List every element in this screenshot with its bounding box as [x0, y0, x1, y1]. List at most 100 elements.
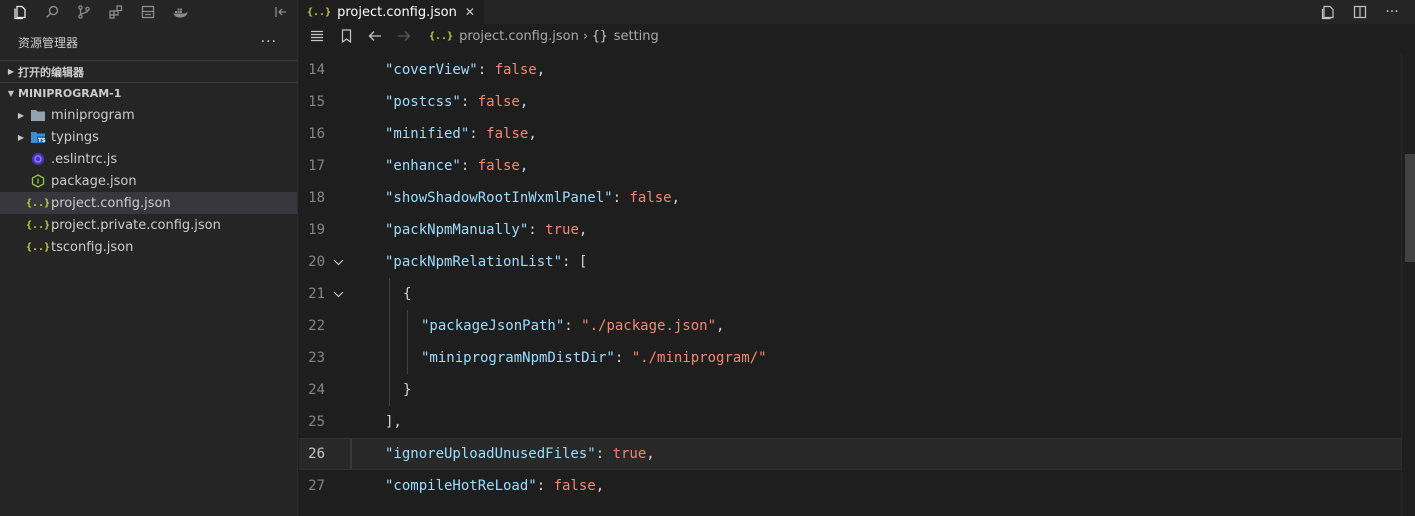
docker-icon[interactable] — [164, 0, 196, 24]
open-preview-icon[interactable] — [1319, 3, 1337, 21]
json-braces-icon: {..} — [25, 197, 51, 209]
json-value: true — [545, 222, 579, 238]
code-line[interactable]: 23 "miniprogramNpmDistDir": "./miniprogra… — [299, 342, 1401, 374]
punctuation: , — [536, 62, 546, 78]
breadcrumb-symbol[interactable]: setting — [614, 29, 659, 44]
json-key: "enhance" — [385, 158, 461, 174]
code-line[interactable]: 16 "minified": false, — [299, 118, 1401, 150]
tree-item-tsconfig[interactable]: {..} tsconfig.json — [0, 236, 297, 258]
explorer-sidebar: 资源管理器 ··· ▶ 打开的编辑器 ▼ MINIPROGRAM-1 ▶ min… — [0, 0, 298, 516]
more-actions-button[interactable]: ··· — [261, 34, 279, 50]
json-value: false — [486, 126, 529, 142]
fold-chevron-icon[interactable] — [332, 288, 344, 300]
line-number: 26 — [308, 446, 325, 462]
split-editor-icon[interactable] — [1351, 3, 1369, 21]
punctuation: , — [519, 158, 529, 174]
json-key: "packNpmRelationList" — [385, 254, 563, 270]
code-line[interactable]: 19 "packNpmManually": true, — [299, 214, 1401, 246]
search-icon[interactable] — [36, 0, 68, 24]
explorer-title: 资源管理器 — [18, 35, 79, 50]
go-forward-icon[interactable] — [392, 30, 416, 42]
vertical-scrollbar[interactable] — [1401, 54, 1415, 516]
punctuation: , — [595, 478, 605, 494]
collapse-panel-icon[interactable] — [265, 0, 297, 24]
line-number: 15 — [308, 94, 325, 110]
code-line[interactable]: 27 "compileHotReLoad": false, — [299, 470, 1401, 502]
tree-item-project-config[interactable]: {..} project.config.json — [0, 192, 297, 214]
section-workspace[interactable]: ▼ MINIPROGRAM-1 — [0, 82, 297, 104]
code-line-current[interactable]: 26 "ignoreUploadUnusedFiles": true, — [299, 438, 1401, 470]
punctuation: , — [716, 318, 725, 334]
section-label: 打开的编辑器 — [18, 65, 84, 79]
code-line[interactable]: 17 "enhance": false, — [299, 150, 1401, 182]
json-key: "packNpmManually" — [385, 222, 529, 238]
code-line[interactable]: 21 { — [299, 278, 1401, 310]
punctuation: } — [403, 382, 412, 398]
json-value: false — [477, 94, 520, 110]
fold-chevron-icon[interactable] — [332, 256, 344, 268]
punctuation: { — [403, 286, 412, 302]
punctuation: : — [595, 446, 613, 462]
chevron-right-icon: ▶ — [17, 132, 25, 142]
tree-item-miniprogram[interactable]: ▶ miniprogram — [0, 104, 297, 126]
code-editor[interactable]: 14 "coverView": false, 15 "postcss": false,… — [299, 54, 1415, 516]
code-line-partial[interactable] — [299, 502, 1401, 516]
code-line[interactable]: 25], — [299, 406, 1401, 438]
json-value: "./package.json" — [581, 318, 717, 334]
json-key: "ignoreUploadUnusedFiles" — [385, 446, 596, 462]
section-open-editors[interactable]: ▶ 打开的编辑器 — [0, 60, 297, 82]
json-key: "packageJsonPath" — [421, 318, 565, 334]
punctuation: : — [564, 318, 582, 334]
go-back-icon[interactable] — [363, 30, 387, 42]
expanded-caret-icon: ▼ — [7, 89, 15, 98]
code-text: "compileHotReLoad": false, — [385, 478, 604, 494]
typescript-folder-icon: TS — [28, 130, 48, 144]
extensions-icon[interactable] — [100, 0, 132, 24]
code-text: "enhance": false, — [385, 158, 528, 174]
line-number: 27 — [308, 478, 325, 494]
code-text: } — [403, 382, 411, 398]
explorer-files-icon[interactable] — [4, 0, 36, 24]
source-control-icon[interactable] — [68, 0, 100, 24]
json-braces-icon: {..} — [25, 219, 51, 231]
json-key: "compileHotReLoad" — [385, 478, 537, 494]
list-icon[interactable] — [305, 30, 329, 42]
code-text: "showShadowRootInWxmlPanel": false, — [385, 190, 680, 206]
breadcrumb: {..} project.config.json › {} setting — [299, 24, 1415, 48]
tree-item-eslintrc[interactable]: .eslintrc.js — [0, 148, 297, 170]
storage-icon[interactable] — [132, 0, 164, 24]
line-number: 20 — [308, 254, 325, 270]
punctuation: , — [528, 126, 537, 142]
json-key: "coverView" — [385, 62, 478, 78]
code-line[interactable]: 14 "coverView": false, — [299, 54, 1401, 86]
code-line[interactable]: 18 "showShadowRootInWxmlPanel": false, — [299, 182, 1401, 214]
tree-item-package-json[interactable]: package.json — [0, 170, 297, 192]
code-line[interactable]: 15 "postcss": false, — [299, 86, 1401, 118]
indent-guide — [389, 278, 390, 310]
tab-project-config[interactable]: {..} project.config.json ✕ — [299, 0, 485, 24]
tree-item-project-private-config[interactable]: {..} project.private.config.json — [0, 214, 297, 236]
json-braces-icon: {..} — [307, 6, 332, 18]
more-icon[interactable]: ··· — [1383, 3, 1401, 21]
json-value: false — [553, 478, 596, 494]
scrollbar-thumb[interactable] — [1405, 154, 1415, 262]
bookmark-icon[interactable] — [334, 29, 358, 43]
breadcrumb-file-label: project.config.json — [459, 28, 579, 44]
code-text: "packNpmManually": true, — [385, 222, 587, 238]
indent-guide — [407, 342, 408, 374]
json-braces-icon: {..} — [429, 30, 454, 42]
code-line[interactable]: 24} — [299, 374, 1401, 406]
folder-icon — [28, 108, 48, 122]
json-key: "miniprogramNpmDistDir" — [421, 350, 615, 366]
breadcrumb-file[interactable]: {..} project.config.json — [421, 29, 579, 44]
indent-guide — [389, 310, 390, 342]
code-line[interactable]: 22 "packageJsonPath": "./package.json", — [299, 310, 1401, 342]
tree-item-typings[interactable]: ▶ TS typings — [0, 126, 297, 148]
current-line-marker — [350, 439, 352, 469]
json-key: "postcss" — [385, 94, 461, 110]
tree-item-label: .eslintrc.js — [51, 151, 118, 167]
close-icon[interactable]: ✕ — [465, 5, 475, 19]
punctuation: : — [536, 478, 554, 494]
code-line[interactable]: 20 "packNpmRelationList": [ — [299, 246, 1401, 278]
punctuation: : — [528, 222, 546, 238]
